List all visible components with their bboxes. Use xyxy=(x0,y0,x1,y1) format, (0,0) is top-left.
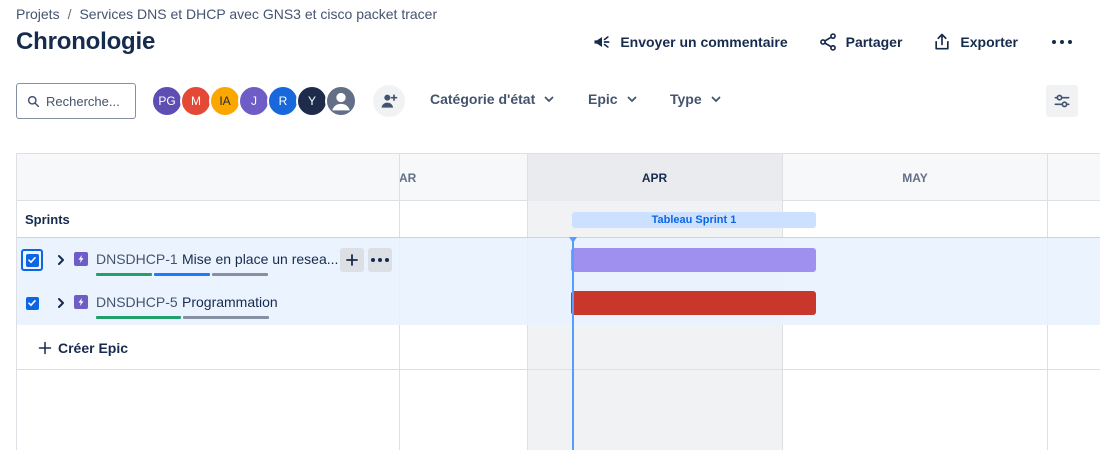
breadcrumb: Projets / Services DNS et DHCP avec GNS3… xyxy=(16,6,437,22)
avatar[interactable]: R xyxy=(267,85,299,117)
sprint-label: Tableau Sprint 1 xyxy=(651,214,737,226)
type-filter-label: Type xyxy=(670,91,702,107)
epic-row-header: DNSDHCP-1 Mise en place un resea... xyxy=(17,238,400,282)
month-march: AR xyxy=(399,154,525,201)
divider xyxy=(17,369,1100,370)
epic-bar[interactable] xyxy=(571,291,816,315)
epic-row-header: DNSDHCP-5 Programmation xyxy=(17,281,400,325)
epic-row[interactable]: DNSDHCP-5 Programmation xyxy=(17,281,1100,325)
sliders-icon xyxy=(1054,94,1070,108)
header-actions: Envoyer un commentaire Partager Exporter xyxy=(592,30,1076,54)
avatar-initials: IA xyxy=(219,94,231,108)
chevron-down-icon xyxy=(544,96,554,103)
check-icon xyxy=(28,300,36,307)
timeline-header: AR APR MAY xyxy=(17,154,1100,201)
type-filter[interactable]: Type xyxy=(670,91,722,107)
epic-icon xyxy=(74,295,88,309)
chevron-down-icon xyxy=(711,96,721,103)
add-person-icon xyxy=(381,94,398,108)
epic-bar[interactable] xyxy=(571,248,816,272)
avatar[interactable]: IA xyxy=(209,85,241,117)
search-field[interactable] xyxy=(16,83,136,119)
progress-segment xyxy=(96,273,152,276)
month-label: AR xyxy=(399,170,417,185)
create-epic-button[interactable]: Créer Epic xyxy=(38,340,128,356)
chevron-down-icon xyxy=(627,96,636,103)
export-icon xyxy=(935,33,950,50)
epic-filter-label: Epic xyxy=(588,91,618,107)
epic-key[interactable]: DNSDHCP-1 xyxy=(96,251,178,267)
epic-progress xyxy=(96,273,268,276)
epic-checkbox[interactable] xyxy=(21,249,43,271)
avatar-initials: M xyxy=(191,94,201,108)
chevron-right-icon[interactable] xyxy=(55,253,67,267)
avatar-unassigned[interactable] xyxy=(325,85,357,117)
search-icon xyxy=(27,95,40,107)
month-label: APR xyxy=(641,170,668,185)
avatar-initials: R xyxy=(278,94,288,108)
feedback-label: Envoyer un commentaire xyxy=(620,34,788,50)
progress-segment xyxy=(183,316,269,319)
share-label: Partager xyxy=(845,34,903,50)
epic-row[interactable]: DNSDHCP-1 Mise en place un resea... xyxy=(17,237,1100,281)
search-input[interactable] xyxy=(46,93,134,109)
more-actions-button[interactable] xyxy=(368,248,392,272)
share-icon xyxy=(819,33,836,51)
avatar-initials: Y xyxy=(307,94,316,108)
page-title: Chronologie xyxy=(16,28,156,55)
epic-filter[interactable]: Epic xyxy=(588,91,638,107)
month-may: MAY xyxy=(783,154,1047,201)
share-button[interactable]: Partager xyxy=(818,30,903,54)
create-epic-label: Créer Epic xyxy=(58,340,129,356)
avatar-group: PG M IA J R Y xyxy=(151,85,357,117)
person-icon xyxy=(332,92,350,111)
avatar-initials: J xyxy=(251,94,257,108)
avatar[interactable]: PG xyxy=(151,85,183,117)
sprint-bar[interactable]: Tableau Sprint 1 xyxy=(572,212,816,228)
epic-checkbox[interactable] xyxy=(21,292,43,314)
chevron-right-icon[interactable] xyxy=(55,296,67,310)
view-settings-button[interactable] xyxy=(1046,85,1078,117)
today-line xyxy=(572,237,574,450)
more-icon[interactable] xyxy=(1048,30,1076,54)
epic-key[interactable]: DNSDHCP-5 xyxy=(96,294,178,310)
breadcrumb-project-link[interactable]: Services DNS et DHCP avec GNS3 et cisco … xyxy=(79,6,437,22)
plus-icon xyxy=(38,341,52,355)
epic-icon xyxy=(74,252,88,266)
progress-segment xyxy=(212,273,268,276)
status-category-label: Catégorie d'état xyxy=(430,91,536,107)
epic-progress xyxy=(96,316,269,319)
megaphone-icon xyxy=(594,36,610,48)
export-label: Exporter xyxy=(960,34,1018,50)
epic-title[interactable]: Programmation xyxy=(182,294,278,310)
timeline-grid: AR APR MAY Sprints Tableau Sprint 1 DNSD… xyxy=(16,153,1100,450)
epic-title[interactable]: Mise en place un resea... xyxy=(182,251,338,267)
more-icon xyxy=(371,258,389,262)
breadcrumb-separator: / xyxy=(67,6,72,22)
month-april: APR xyxy=(527,154,782,201)
sprints-label: Sprints xyxy=(25,212,70,227)
avatar-initials: PG xyxy=(158,94,176,108)
status-category-filter[interactable]: Catégorie d'état xyxy=(430,91,555,107)
avatar[interactable]: J xyxy=(238,85,270,117)
progress-segment xyxy=(96,316,181,319)
add-people-button[interactable] xyxy=(373,85,405,117)
avatar[interactable]: M xyxy=(180,85,212,117)
breadcrumb-projects-link[interactable]: Projets xyxy=(16,6,60,22)
check-icon xyxy=(28,257,36,264)
month-label: MAY xyxy=(902,170,928,185)
export-button[interactable]: Exporter xyxy=(932,30,1018,54)
progress-segment xyxy=(154,273,210,276)
feedback-button[interactable]: Envoyer un commentaire xyxy=(592,30,788,54)
plus-icon xyxy=(346,254,358,266)
avatar[interactable]: Y xyxy=(296,85,328,117)
add-child-button[interactable] xyxy=(340,248,364,272)
